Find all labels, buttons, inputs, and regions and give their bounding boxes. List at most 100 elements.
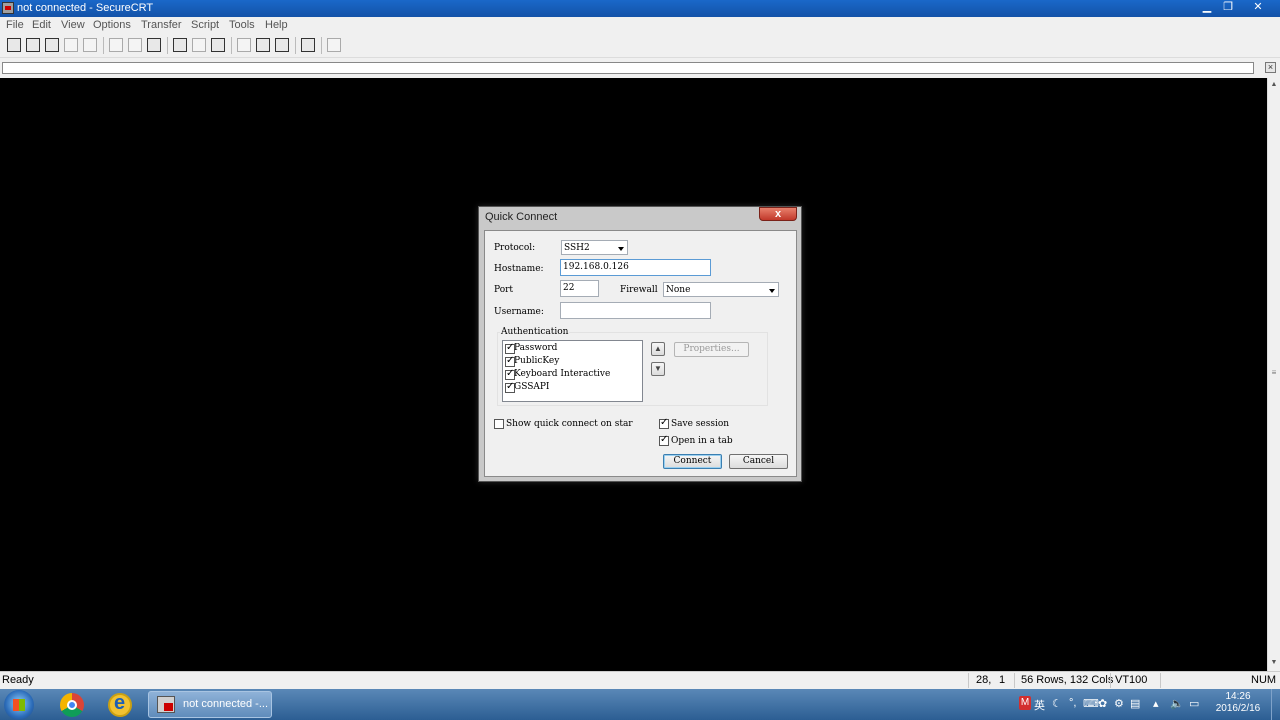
menu-transfer[interactable]: Transfer xyxy=(141,17,182,34)
port-label: Port xyxy=(494,285,514,295)
punctuation-icon[interactable]: °, xyxy=(1069,697,1076,709)
toolbar xyxy=(0,34,1280,58)
close-command-bar-icon[interactable]: × xyxy=(1265,62,1276,73)
scroll-grip-icon[interactable]: ≡ xyxy=(1270,369,1278,377)
menu-help[interactable]: Help xyxy=(265,17,288,34)
restore-button[interactable]: ❐ xyxy=(1217,0,1239,15)
chrome-icon[interactable] xyxy=(60,693,84,717)
title-bar: not connected - SecureCRT ▁ ❐ ✕ xyxy=(0,0,1280,17)
quick-connect-icon[interactable] xyxy=(26,38,40,52)
arrow-down-icon: ▼ xyxy=(654,364,662,373)
menu-script[interactable]: Script xyxy=(191,17,219,34)
ime-tools-icon[interactable]: ⚙ xyxy=(1114,697,1124,710)
taskbar-clock[interactable]: 14:26 2016/2/16 xyxy=(1212,691,1264,715)
hostname-value: 192.168.0.126 xyxy=(563,262,629,272)
protocol-value: SSH2 xyxy=(564,243,590,253)
close-window-button[interactable]: ✕ xyxy=(1247,0,1269,15)
connect-in-tab-icon[interactable] xyxy=(45,38,59,52)
hostname-input[interactable]: 192.168.0.126 xyxy=(560,259,711,276)
menu-tools[interactable]: Tools xyxy=(229,17,255,34)
session-options-icon[interactable] xyxy=(237,38,251,52)
auth-keyboard-interactive-label: Keyboard Interactive xyxy=(514,369,611,379)
status-separator xyxy=(1014,673,1015,688)
status-text: Ready xyxy=(2,674,34,686)
save-session-checkbox[interactable] xyxy=(659,417,669,429)
open-in-tab-checkbox[interactable] xyxy=(659,434,669,446)
command-input[interactable] xyxy=(2,62,1254,74)
connect-icon[interactable] xyxy=(7,38,21,52)
show-desktop-button[interactable] xyxy=(1271,689,1280,720)
terminal-dimensions: 56 Rows, 132 Cols xyxy=(1021,674,1114,686)
firewall-select[interactable]: None xyxy=(663,282,779,297)
username-input[interactable] xyxy=(560,302,711,319)
print-selection-icon[interactable] xyxy=(192,38,206,52)
paste-icon[interactable] xyxy=(128,38,142,52)
scroll-up-icon[interactable]: ▲ xyxy=(1268,78,1280,92)
open-in-tab-label: Open in a tab xyxy=(671,436,733,446)
reconnect-icon[interactable] xyxy=(64,38,78,52)
find-icon[interactable] xyxy=(147,38,161,52)
clock-date: 2016/2/16 xyxy=(1215,703,1261,714)
ime-logo-icon[interactable]: M xyxy=(1019,696,1031,710)
toolbar-separator xyxy=(321,37,322,54)
securecrt-app-icon[interactable] xyxy=(2,2,14,14)
network-icon[interactable]: ▭ xyxy=(1189,697,1199,710)
skin-icon[interactable]: ✿ xyxy=(1098,697,1107,710)
auth-password-label: Password xyxy=(514,343,558,353)
move-down-button[interactable]: ▼ xyxy=(651,362,665,376)
toolbar-separator xyxy=(295,37,296,54)
auth-gssapi-label: GSSAPI xyxy=(514,382,550,392)
taskbar: not connected -... M 英 ☾ °, ⌨ ✿ ⚙ ▤ ▴ 🔈 … xyxy=(0,689,1280,720)
script-icon[interactable] xyxy=(327,38,341,52)
status-separator xyxy=(1160,673,1161,688)
show-quick-connect-checkbox[interactable] xyxy=(494,419,504,429)
keymap-icon[interactable] xyxy=(275,38,289,52)
firewall-value: None xyxy=(666,285,691,295)
properties-button[interactable]: Properties... xyxy=(674,342,749,357)
port-value: 22 xyxy=(563,283,575,293)
save-session-label: Save session xyxy=(671,419,730,429)
minimize-button[interactable]: ▁ xyxy=(1196,0,1218,15)
menu-edit[interactable]: Edit xyxy=(32,17,51,34)
move-up-button[interactable]: ▲ xyxy=(651,342,665,356)
connect-button[interactable]: Connect xyxy=(663,454,722,469)
show-quick-connect-label: Show quick connect on star xyxy=(506,419,633,429)
print-icon[interactable] xyxy=(173,38,187,52)
show-hidden-icons-icon[interactable]: ▴ xyxy=(1153,697,1159,710)
arrow-up-icon: ▲ xyxy=(654,344,662,353)
internet-explorer-icon[interactable] xyxy=(108,692,132,717)
global-options-icon[interactable] xyxy=(256,38,270,52)
keyboard-icon[interactable]: ⌨ xyxy=(1083,697,1099,710)
port-input[interactable]: 22 xyxy=(560,280,599,297)
status-separator xyxy=(1110,673,1111,688)
dialog-title: Quick Connect xyxy=(485,211,558,223)
start-button[interactable] xyxy=(4,690,34,720)
ime-menu-icon[interactable]: ▤ xyxy=(1130,697,1140,710)
securecrt-taskbar-icon xyxy=(157,696,175,713)
username-label: Username: xyxy=(494,307,544,317)
menu-options[interactable]: Options xyxy=(93,17,131,34)
scroll-down-icon[interactable]: ▼ xyxy=(1268,656,1280,670)
vertical-scrollbar[interactable]: ▲ ≡ ▼ xyxy=(1267,78,1280,671)
menu-file[interactable]: File xyxy=(6,17,24,34)
chevron-down-icon xyxy=(769,289,775,293)
dialog-body: Protocol: SSH2 Hostname: 192.168.0.126 P… xyxy=(484,230,797,477)
menu-view[interactable]: View xyxy=(61,17,85,34)
print-setup-icon[interactable] xyxy=(211,38,225,52)
volume-icon[interactable]: 🔈 xyxy=(1170,697,1184,710)
taskbar-item-securecrt[interactable]: not connected -... xyxy=(148,691,272,718)
taskbar-item-label: not connected -... xyxy=(183,698,268,710)
cancel-button[interactable]: Cancel xyxy=(729,454,788,469)
half-width-icon[interactable]: ☾ xyxy=(1052,697,1062,710)
copy-icon[interactable] xyxy=(109,38,123,52)
authentication-list[interactable]: Password PublicKey Keyboard Interactive … xyxy=(502,340,643,402)
ime-language-indicator[interactable]: 英 xyxy=(1034,697,1045,713)
toolbar-separator xyxy=(231,37,232,54)
protocol-select[interactable]: SSH2 xyxy=(561,240,628,255)
dialog-close-button[interactable]: x xyxy=(759,207,797,221)
cursor-row: 28, xyxy=(976,674,992,686)
authentication-group-label: Authentication xyxy=(500,327,570,337)
help-icon[interactable] xyxy=(301,38,315,52)
disconnect-icon[interactable] xyxy=(83,38,97,52)
protocol-label: Protocol: xyxy=(494,243,536,253)
